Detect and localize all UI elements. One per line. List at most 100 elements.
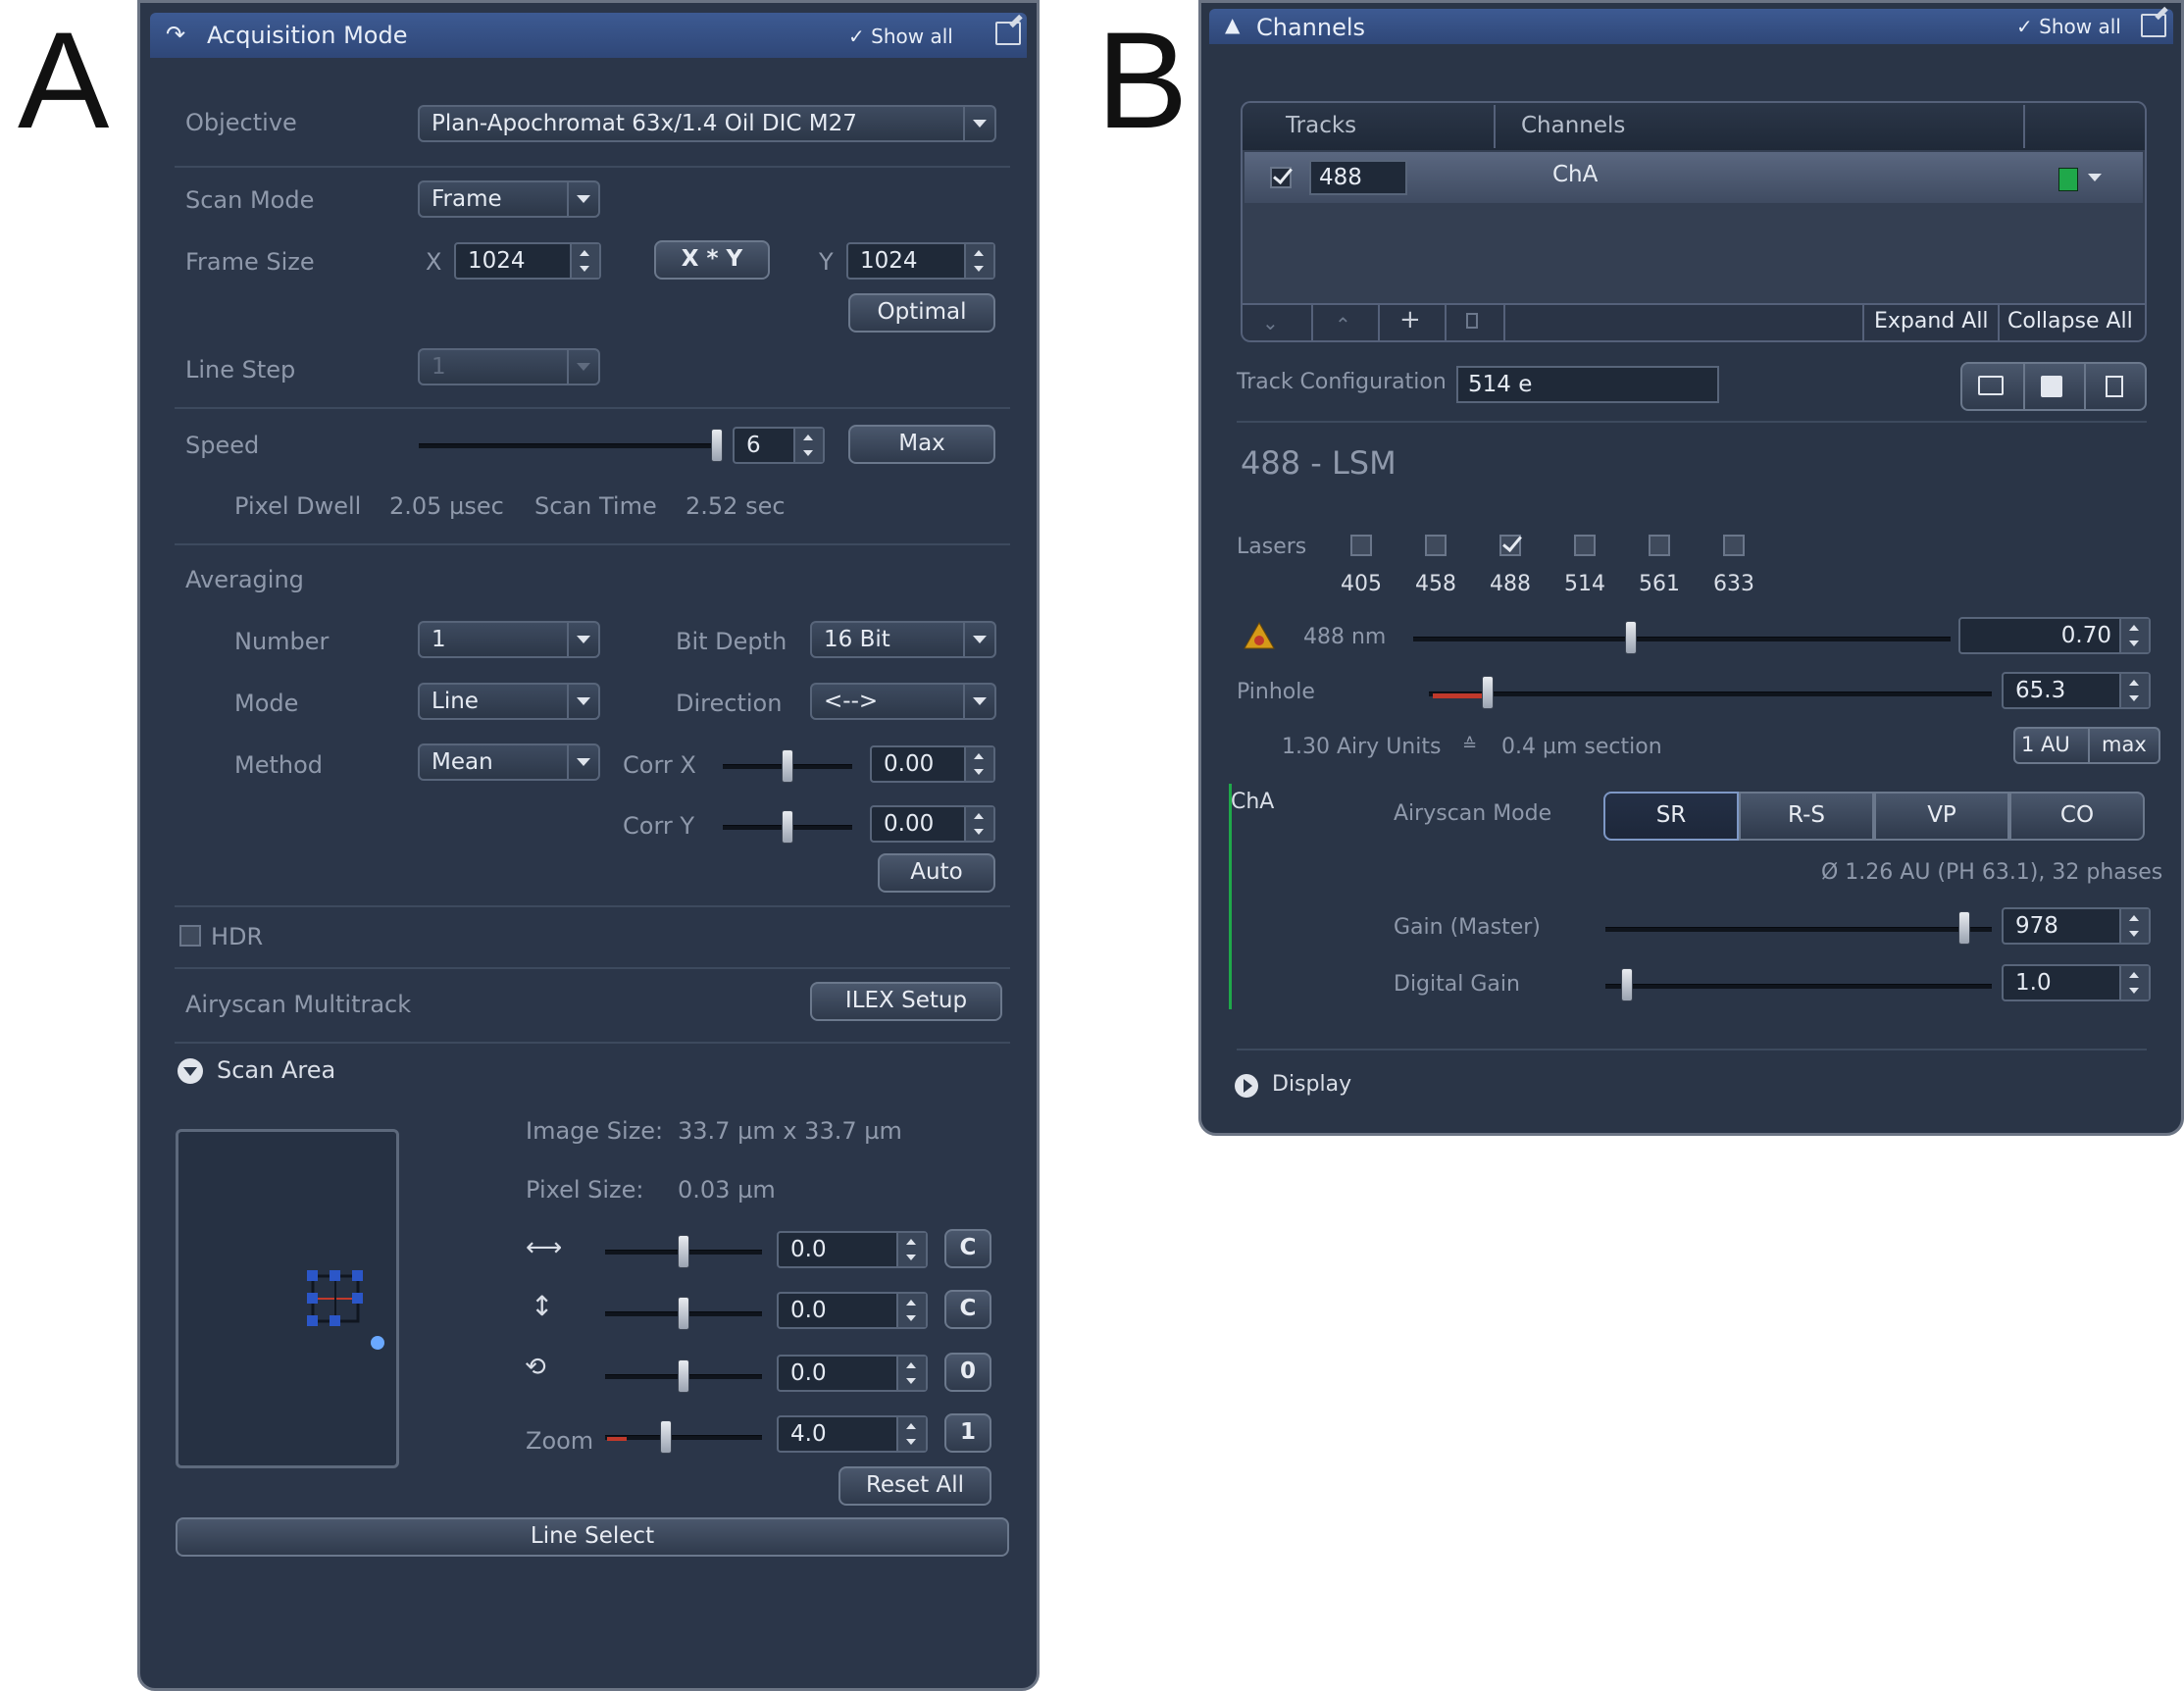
max-pinhole-button[interactable]: max [2102,733,2147,756]
open-folder-icon[interactable] [1978,376,2004,395]
zoom-slider-thumb[interactable] [660,1420,672,1454]
laser-power-spinner[interactable]: 0.70 [1958,617,2151,654]
move-up-icon[interactable]: ⌃ [1335,313,1351,336]
collapse-arrow-icon[interactable]: ↷ [166,21,185,48]
laser-checkbox-488[interactable] [1499,535,1521,556]
airyscan-mode-label: Airyscan Mode [1394,801,1552,826]
pinhole-spinner[interactable]: 65.3 [2002,672,2151,709]
figure-label-a: A [18,3,110,157]
line-step-dropdown[interactable]: 1 [418,348,600,385]
laser-checkbox-514[interactable] [1574,535,1596,556]
collapse-all-button[interactable]: Collapse All [2007,309,2133,333]
frame-x-spinner[interactable]: 1024 [454,242,601,280]
airyscan-mode-r-s[interactable]: R-S [1739,792,1874,841]
laser-wavelength-label: 561 [1639,572,1680,596]
show-all-toggle[interactable]: ✓ Show all [2016,15,2121,38]
corr-y-spinner[interactable]: 0.00 [870,805,995,843]
scan-mode-dropdown[interactable]: Frame [418,180,600,218]
reset-rotation-button[interactable]: 0 [944,1353,991,1392]
edit-icon[interactable] [995,22,1021,45]
channels-column-header[interactable]: Channels [1521,113,1625,138]
track-name-field[interactable]: 488 [1309,160,1407,195]
pinhole-slider-thumb[interactable] [1482,676,1494,709]
track-configuration-field[interactable]: 514 e [1456,366,1719,403]
track-enabled-checkbox[interactable] [1270,167,1292,188]
airyscan-mode-co[interactable]: CO [2009,792,2145,841]
hdr-checkbox[interactable] [179,925,201,947]
one-au-button[interactable]: 1 AU [2021,733,2070,756]
show-all-toggle[interactable]: ✓ Show all [848,25,953,48]
offset-y-spinner[interactable]: 0.0 [777,1292,928,1329]
laser-power-slider-track[interactable] [1413,637,1951,641]
offset-y-slider-thumb[interactable] [678,1297,689,1330]
move-down-icon[interactable]: ⌄ [1262,311,1279,334]
laser-power-slider-thumb[interactable] [1625,621,1637,654]
collapse-circle-icon[interactable] [178,1058,203,1084]
edit-icon[interactable] [2141,14,2166,37]
offset-x-spinner[interactable]: 0.0 [777,1231,928,1268]
channels-header[interactable]: ▲ Channels ✓ Show all [1209,9,2173,44]
gain-spinner[interactable]: 978 [2002,907,2151,945]
delete-track-icon[interactable] [1466,313,1478,329]
zoom-spinner[interactable]: 4.0 [777,1415,928,1453]
expand-all-button[interactable]: Expand All [1874,309,1989,333]
panel-title: Channels [1256,14,1366,41]
method-dropdown[interactable]: Mean [418,743,600,781]
gain-slider-thumb[interactable] [1958,911,1970,945]
laser-checkbox-561[interactable] [1649,535,1670,556]
channel-color-swatch[interactable] [2058,168,2078,191]
speed-slider-thumb[interactable] [711,429,723,462]
tracks-column-header[interactable]: Tracks [1286,113,1356,138]
line-select-button[interactable]: Line Select [176,1517,1009,1557]
digital-gain-slider-thumb[interactable] [1621,968,1633,1001]
optimal-button[interactable]: Optimal [848,293,995,333]
airyscan-mode-vp[interactable]: VP [1874,792,2009,841]
vertical-arrow-icon: ↕ [531,1290,554,1322]
digital-gain-spinner[interactable]: 1.0 [2002,964,2151,1001]
mode-dropdown[interactable]: Line [418,683,600,720]
objective-dropdown[interactable]: Plan-Apochromat 63x/1.4 Oil DIC M27 [418,105,996,142]
zoom-slider-track[interactable] [605,1435,762,1440]
acquisition-mode-header[interactable]: ↷ Acquisition Mode ✓ Show all [150,13,1027,58]
add-track-button[interactable]: + [1399,305,1421,334]
gain-slider-track[interactable] [1605,927,1992,932]
bit-depth-dropdown[interactable]: 16 Bit [810,621,996,658]
channel-color-dropdown-icon[interactable] [2088,174,2102,181]
channel-label: ChA [1231,790,1275,814]
collapse-arrow-icon[interactable]: ▲ [1225,13,1240,36]
offset-x-slider-thumb[interactable] [678,1235,689,1268]
scan-area-preview[interactable] [176,1129,399,1468]
max-speed-button[interactable]: Max [848,425,995,464]
digital-gain-slider-track[interactable] [1605,984,1992,989]
ilex-setup-button[interactable]: ILEX Setup [810,982,1002,1021]
direction-dropdown[interactable]: <--> [810,683,996,720]
laser-checkbox-405[interactable] [1350,535,1372,556]
center-x-button[interactable]: C [944,1229,991,1268]
expand-circle-icon[interactable] [1235,1074,1258,1098]
speed-spinner[interactable]: 6 [733,427,825,464]
speed-slider-track[interactable] [419,443,721,448]
laser-checkbox-458[interactable] [1425,535,1447,556]
reset-all-button[interactable]: Reset All [838,1466,991,1506]
corr-y-slider-thumb[interactable] [782,810,793,844]
display-section-label[interactable]: Display [1272,1072,1351,1097]
rotation-slider-thumb[interactable] [678,1359,689,1393]
bit-depth-label: Bit Depth [676,628,787,655]
xy-link-button[interactable]: X * Y [654,240,770,280]
center-y-button[interactable]: C [944,1290,991,1329]
frame-y-spinner[interactable]: 1024 [846,242,995,280]
airyscan-mode-sr[interactable]: SR [1603,792,1739,841]
pinhole-slider-track[interactable] [1429,692,1992,696]
laser-checkbox-633[interactable] [1723,535,1745,556]
method-label: Method [234,751,324,779]
auto-button[interactable]: Auto [878,853,995,893]
reset-zoom-button[interactable]: 1 [944,1413,991,1453]
corr-x-slider-thumb[interactable] [782,749,793,783]
scan-field-widget[interactable] [176,1129,399,1468]
track-row[interactable]: 488 ChA [1244,152,2143,203]
number-dropdown[interactable]: 1 [418,621,600,658]
save-icon[interactable] [2041,376,2062,397]
rotation-spinner[interactable]: 0.0 [777,1355,928,1392]
corr-x-spinner[interactable]: 0.00 [870,745,995,783]
trash-icon[interactable] [2106,376,2123,397]
